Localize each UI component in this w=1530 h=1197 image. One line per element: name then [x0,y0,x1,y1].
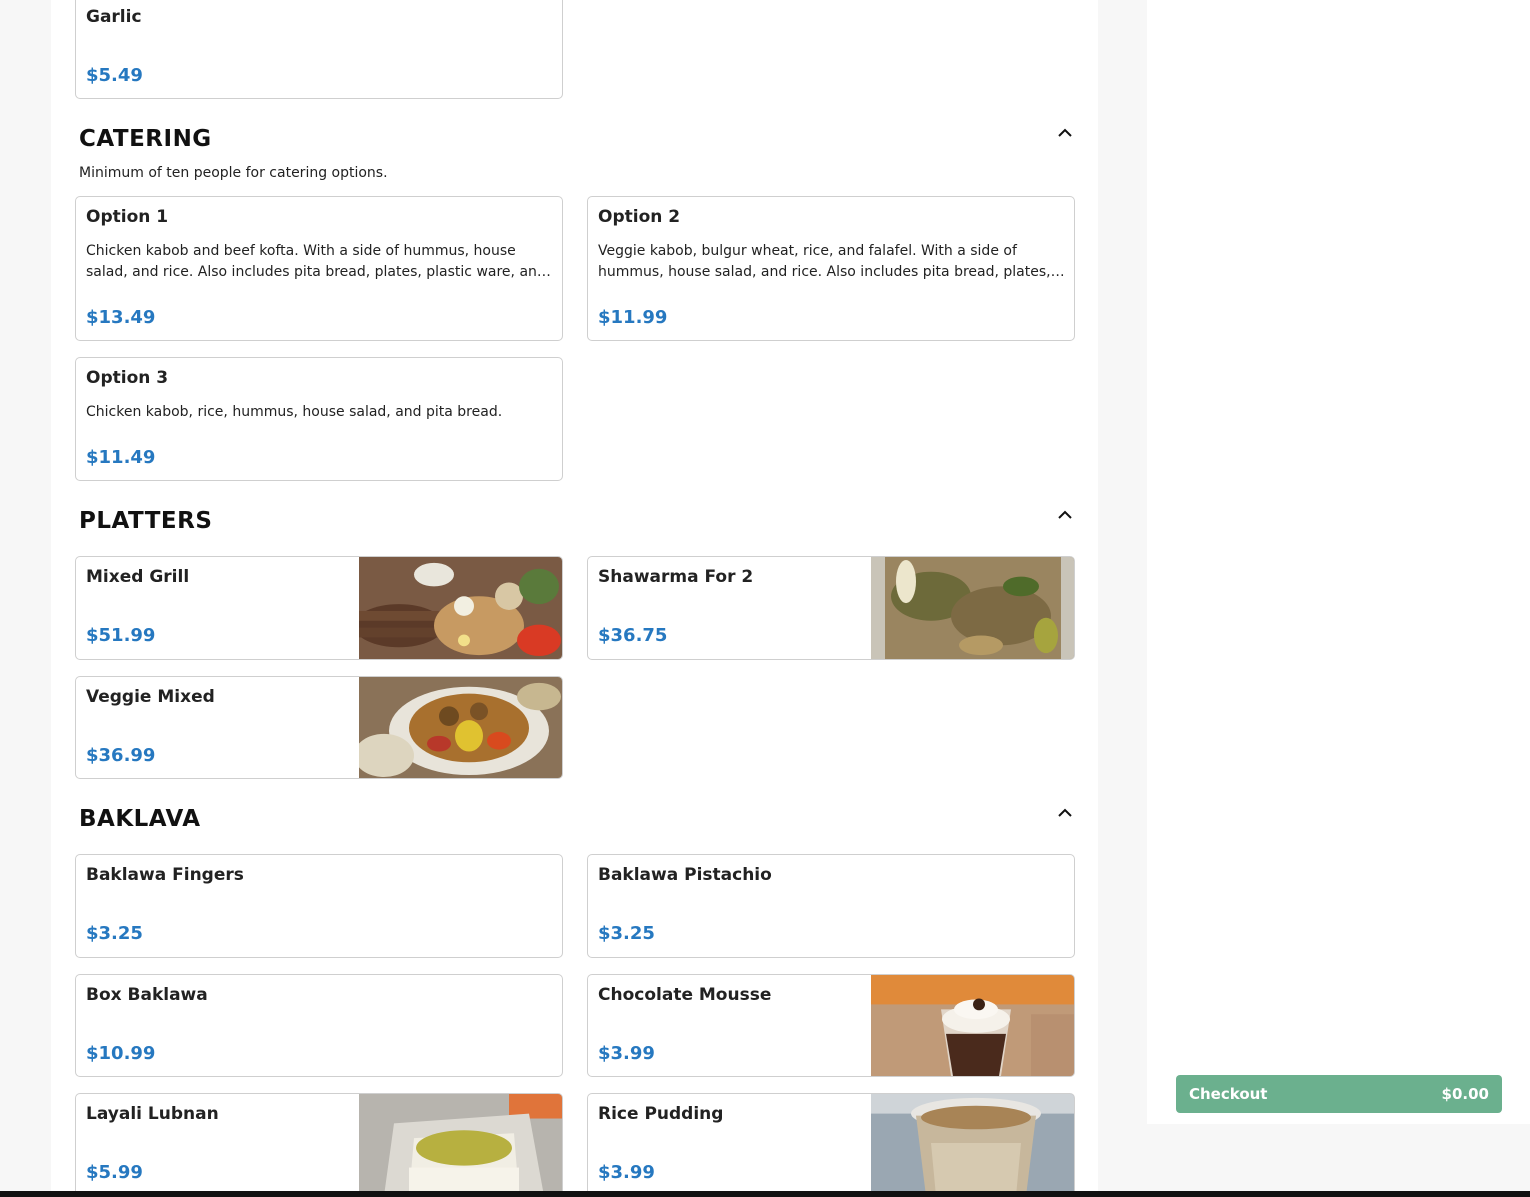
item-photo [359,677,562,778]
chevron-up-icon[interactable] [1057,127,1073,139]
item-name: Chocolate Mousse [598,985,772,1005]
item-photo [871,557,1074,659]
menu-item-baklawa-pistachio[interactable]: Baklawa Pistachio $3.25 [587,854,1075,958]
item-price: $13.49 [86,307,156,328]
item-price: $3.25 [598,923,655,944]
item-price: $3.99 [598,1162,655,1183]
item-name: Mixed Grill [86,567,190,587]
item-photo [871,1094,1074,1196]
checkout-button[interactable]: Checkout $0.00 [1176,1075,1502,1113]
menu-item-option-1[interactable]: Option 1 Chicken kabob and beef kofta. W… [75,196,563,341]
menu-item-layali-lubnan[interactable]: Layali Lubnan $5.99 [75,1093,563,1197]
item-photo [359,557,562,659]
item-name: Baklawa Fingers [86,865,244,885]
menu-item-mixed-grill[interactable]: Mixed Grill $51.99 [75,556,563,660]
item-price: $11.49 [86,447,156,468]
section-title-platters: PLATTERS [79,508,213,534]
cart-total: $0.00 [1441,1085,1489,1103]
item-price: $10.99 [86,1043,156,1064]
bottom-bar [0,1191,1530,1197]
item-price: $3.99 [598,1043,655,1064]
menu-item-rice-pudding[interactable]: Rice Pudding $3.99 [587,1093,1075,1197]
menu-item-garlic[interactable]: Garlic $5.49 [75,0,563,99]
item-name: Box Baklawa [86,985,208,1005]
item-name: Option 1 [86,207,169,227]
section-title-catering: CATERING [79,126,212,152]
item-price: $36.99 [86,745,156,766]
item-description: Chicken kabob, rice, hummus, house salad… [86,404,503,420]
menu-item-baklawa-fingers[interactable]: Baklawa Fingers $3.25 [75,854,563,958]
item-name: Baklawa Pistachio [598,865,772,885]
item-name: Veggie Mixed [86,687,215,707]
menu-item-box-baklawa[interactable]: Box Baklawa $10.99 [75,974,563,1077]
item-name: Layali Lubnan [86,1104,219,1124]
item-name: Option 2 [598,207,681,227]
checkout-label: Checkout [1189,1085,1268,1103]
item-description: Veggie kabob, bulgur wheat, rice, and fa… [598,243,1051,280]
section-note-catering: Minimum of ten people for catering optio… [79,165,388,181]
menu-item-veggie-mixed[interactable]: Veggie Mixed $36.99 [75,676,563,779]
chevron-up-icon[interactable] [1057,509,1073,521]
item-photo [359,1094,562,1196]
item-name: Garlic [86,7,142,27]
item-price: $5.49 [86,65,143,86]
menu-item-option-3[interactable]: Option 3 Chicken kabob, rice, hummus, ho… [75,357,563,481]
item-name: Shawarma For 2 [598,567,754,587]
item-name: Rice Pudding [598,1104,724,1124]
menu-item-chocolate-mousse[interactable]: Chocolate Mousse $3.99 [587,974,1075,1077]
cart-panel [1147,0,1530,1124]
section-title-baklava: BAKLAVA [79,806,201,832]
item-price: $11.99 [598,307,668,328]
item-price: $36.75 [598,625,668,646]
chevron-up-icon[interactable] [1057,807,1073,819]
item-price: $51.99 [86,625,156,646]
item-price: $5.99 [86,1162,143,1183]
item-name: Option 3 [86,368,169,388]
item-price: $3.25 [86,923,143,944]
item-description: Chicken kabob and beef kofta. With a sid… [86,243,546,280]
menu-item-shawarma-for-2[interactable]: Shawarma For 2 $36.75 [587,556,1075,660]
menu-item-option-2[interactable]: Option 2 Veggie kabob, bulgur wheat, ric… [587,196,1075,341]
item-photo [871,975,1074,1076]
